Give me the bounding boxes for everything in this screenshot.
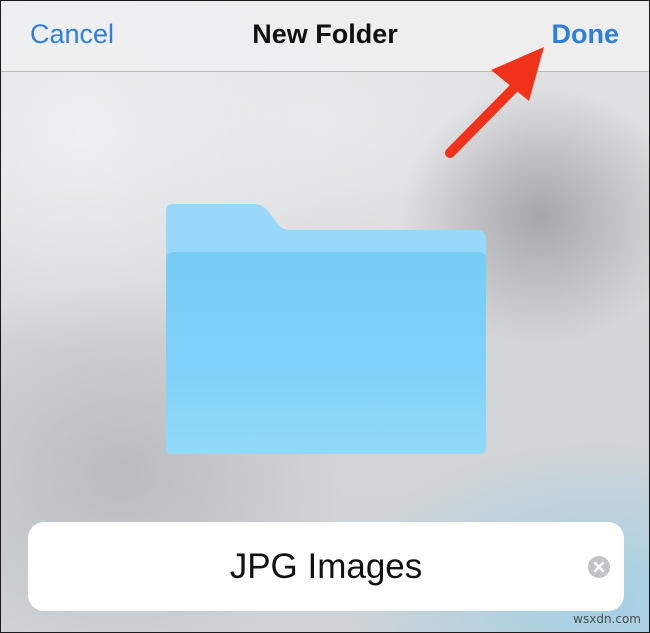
folder-name-field[interactable]: JPG Images (28, 522, 624, 611)
navigation-bar: Cancel New Folder Done (1, 1, 649, 72)
done-button[interactable]: Done (552, 16, 620, 52)
watermark: wsxdn.com (573, 612, 641, 626)
screen: Cancel New Folder Done JPG Images wsxdn.… (0, 0, 650, 633)
clear-text-icon[interactable] (588, 556, 610, 578)
folder-name-value[interactable]: JPG Images (28, 546, 624, 588)
folder-icon (166, 204, 486, 454)
